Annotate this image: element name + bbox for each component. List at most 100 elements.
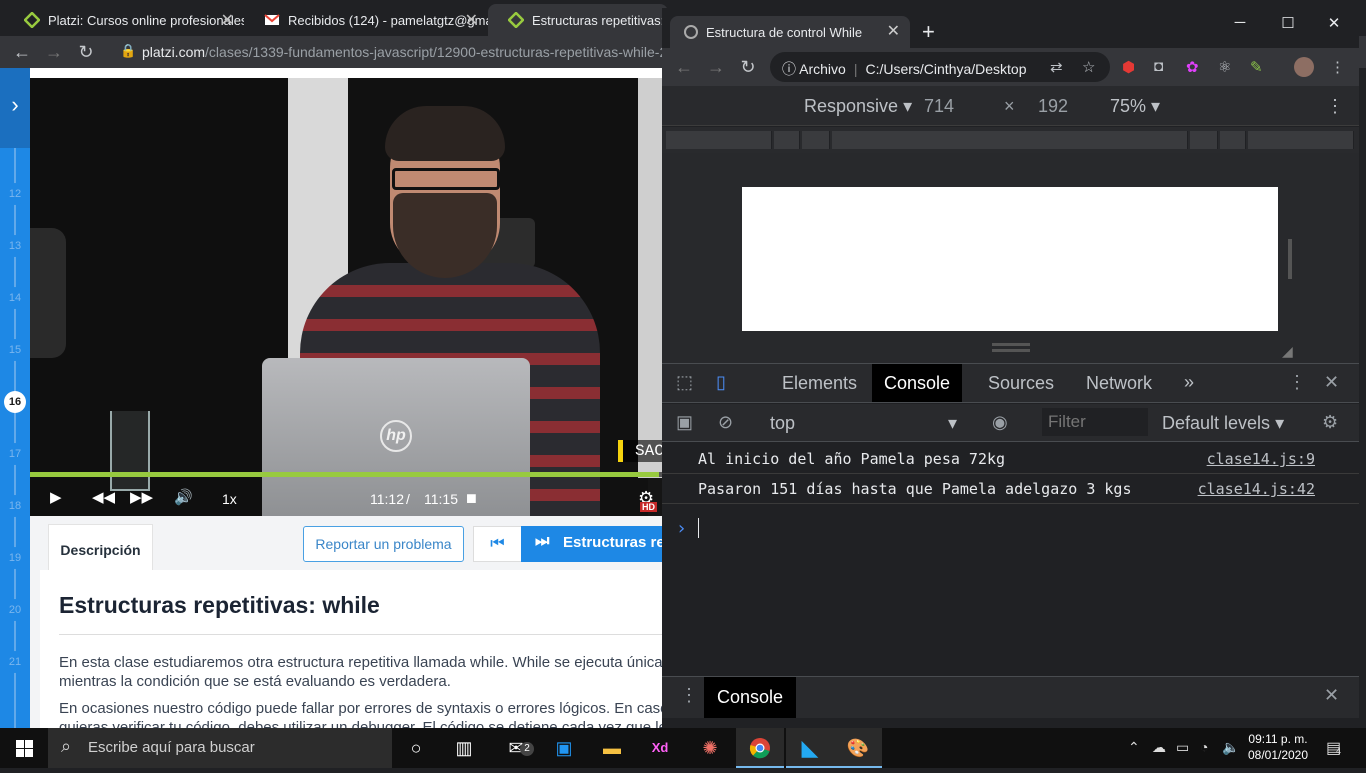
- back-arrow-icon[interactable]: ←: [10, 40, 34, 64]
- log-source-link[interactable]: clase14.js:42: [1198, 480, 1315, 498]
- ruler-segment[interactable]: [666, 131, 772, 149]
- star-icon[interactable]: ☆: [1082, 58, 1095, 76]
- lesson-number[interactable]: 21: [4, 651, 26, 673]
- back-address-bar[interactable]: 🔒 platzi.com/clases/1339-fundamentos-jav…: [112, 39, 672, 65]
- zoom-select[interactable]: 75% ▾: [1110, 96, 1160, 117]
- ruler-segment[interactable]: [802, 131, 830, 149]
- clear-console-icon[interactable]: ⊘: [718, 412, 733, 433]
- task-view-icon[interactable]: ▥: [440, 728, 488, 768]
- taskbar-search[interactable]: ⌕ Escribe aquí para buscar: [48, 728, 392, 768]
- adobe-xd-icon[interactable]: Xd: [636, 728, 684, 768]
- color-picker-icon[interactable]: ✿: [1186, 58, 1199, 76]
- menu-dots-icon[interactable]: ⋮: [1330, 58, 1345, 76]
- pocket-icon[interactable]: ◘: [1154, 58, 1163, 75]
- previous-lesson-button[interactable]: ⏮: [473, 526, 522, 562]
- trello-icon[interactable]: ▣: [540, 728, 588, 768]
- start-button[interactable]: [0, 728, 48, 768]
- maximize-icon[interactable]: ☐: [1268, 14, 1308, 32]
- device-menu-dots-icon[interactable]: ⋮: [1326, 96, 1344, 117]
- volume-icon[interactable]: 🔈: [1222, 739, 1239, 756]
- drawer-menu-icon[interactable]: ⋮: [680, 685, 698, 706]
- console-filter-input[interactable]: [1042, 408, 1148, 436]
- resize-corner-icon[interactable]: ◢: [1282, 343, 1293, 360]
- video-player[interactable]: hp SAC ▶ ◀◀ ▶▶ 🔊 1x 11:12 / 11:15 ■ ⚙ HD: [30, 78, 662, 516]
- tab-platzi-courses[interactable]: Platzi: Cursos online profesionales ✕: [4, 4, 244, 36]
- ruler-segment[interactable]: [774, 131, 800, 149]
- live-expression-eye-icon[interactable]: ◉: [992, 412, 1008, 433]
- playback-speed[interactable]: 1x: [222, 491, 237, 507]
- console-input-caret[interactable]: [698, 518, 699, 538]
- expand-rail-button[interactable]: ›: [0, 68, 30, 148]
- tab-network[interactable]: Network: [1074, 364, 1164, 402]
- emulated-page[interactable]: [742, 187, 1278, 331]
- lesson-number[interactable]: 15: [4, 339, 26, 361]
- lesson-number[interactable]: 20: [4, 599, 26, 621]
- adblock-icon[interactable]: ⬢: [1122, 58, 1135, 76]
- rewind-icon[interactable]: ◀◀: [92, 488, 115, 506]
- eyedropper-icon[interactable]: ✎: [1250, 58, 1263, 76]
- clock[interactable]: 09:11 p. m. 08/01/2020: [1244, 731, 1312, 763]
- close-tab-icon[interactable]: ✕: [465, 10, 478, 30]
- battery-icon[interactable]: ▭: [1176, 739, 1189, 756]
- lesson-number[interactable]: 12: [4, 183, 26, 205]
- play-icon[interactable]: ▶: [50, 488, 62, 506]
- forward-arrow-icon[interactable]: →: [704, 55, 728, 79]
- fast-forward-icon[interactable]: ▶▶: [130, 488, 153, 506]
- more-tabs-icon[interactable]: »: [1184, 372, 1194, 393]
- mail-app-icon[interactable]: ✉ 2: [492, 728, 540, 768]
- ruler-segment[interactable]: [1248, 131, 1354, 149]
- viewport-height-input[interactable]: 192: [1038, 96, 1068, 117]
- viewport-width-input[interactable]: 714: [924, 96, 954, 117]
- resize-handle-bottom[interactable]: [992, 349, 1030, 352]
- console-settings-icon[interactable]: ⚙: [1322, 412, 1338, 433]
- devtools-menu-icon[interactable]: ⋮: [1288, 372, 1306, 393]
- ruler-segment[interactable]: [832, 131, 1188, 149]
- tab-gmail[interactable]: Recibidos (124) - pamelatgtz@gmail.com ✕: [244, 4, 488, 36]
- lesson-number[interactable]: 17: [4, 443, 26, 465]
- volume-icon[interactable]: 🔊: [174, 488, 193, 506]
- show-hidden-icons-icon[interactable]: ⌃: [1128, 739, 1140, 756]
- minimize-icon[interactable]: ─: [1220, 14, 1260, 31]
- wifi-icon[interactable]: ◔: [1200, 739, 1208, 755]
- file-explorer-icon[interactable]: ▬: [588, 728, 636, 768]
- paint-app-icon[interactable]: 🎨: [834, 728, 882, 768]
- new-tab-icon[interactable]: +: [922, 19, 935, 45]
- reload-icon[interactable]: ↻: [736, 55, 760, 79]
- react-devtools-icon[interactable]: ⚛: [1218, 58, 1231, 76]
- context-select[interactable]: top ▾: [770, 413, 957, 434]
- lesson-number[interactable]: 13: [4, 235, 26, 257]
- log-levels-select[interactable]: Default levels ▾: [1162, 413, 1284, 434]
- current-lesson-number[interactable]: 16: [4, 391, 26, 413]
- avatar[interactable]: [1294, 57, 1314, 77]
- close-tab-icon[interactable]: ✕: [221, 10, 234, 30]
- video-progress-bar[interactable]: [30, 472, 662, 477]
- tab-sources[interactable]: Sources: [976, 364, 1066, 402]
- bookmark-icon[interactable]: ■: [466, 488, 477, 509]
- tab-estructuras-while[interactable]: Estructuras repetitivas: while: [488, 4, 668, 36]
- translate-icon[interactable]: ⇄: [1050, 58, 1063, 76]
- tab-elements[interactable]: Elements: [770, 364, 869, 402]
- tab-estructura-while[interactable]: Estructura de control While ✕: [670, 16, 910, 48]
- chrome-icon[interactable]: [736, 728, 784, 768]
- forward-arrow-icon[interactable]: →: [42, 40, 66, 64]
- close-drawer-icon[interactable]: ✕: [1324, 685, 1339, 706]
- onedrive-icon[interactable]: ☁: [1152, 739, 1166, 756]
- vscode-icon[interactable]: ◣: [786, 728, 834, 768]
- sidebar-toggle-icon[interactable]: ▣: [676, 412, 693, 433]
- inspect-element-icon[interactable]: ⬚: [676, 372, 693, 393]
- ruler-segment[interactable]: [1190, 131, 1218, 149]
- device-mode-select[interactable]: Responsive ▾: [804, 96, 912, 117]
- close-window-icon[interactable]: ✕: [1314, 14, 1354, 32]
- resize-handle-bottom[interactable]: [992, 343, 1030, 346]
- cortana-icon[interactable]: ○: [392, 728, 440, 768]
- ruler-segment[interactable]: [1220, 131, 1246, 149]
- design-app-icon[interactable]: ✺: [686, 728, 734, 768]
- report-problem-button[interactable]: Reportar un problema: [303, 526, 464, 562]
- close-tab-icon[interactable]: ✕: [887, 21, 900, 41]
- lesson-number[interactable]: 14: [4, 287, 26, 309]
- tab-console[interactable]: Console: [872, 364, 963, 402]
- close-devtools-icon[interactable]: ✕: [1324, 372, 1339, 393]
- reload-icon[interactable]: ↻: [74, 40, 98, 64]
- back-arrow-icon[interactable]: ←: [672, 55, 696, 79]
- next-lesson-button[interactable]: ⏭ Estructuras repetitivas: do-while: [521, 526, 662, 562]
